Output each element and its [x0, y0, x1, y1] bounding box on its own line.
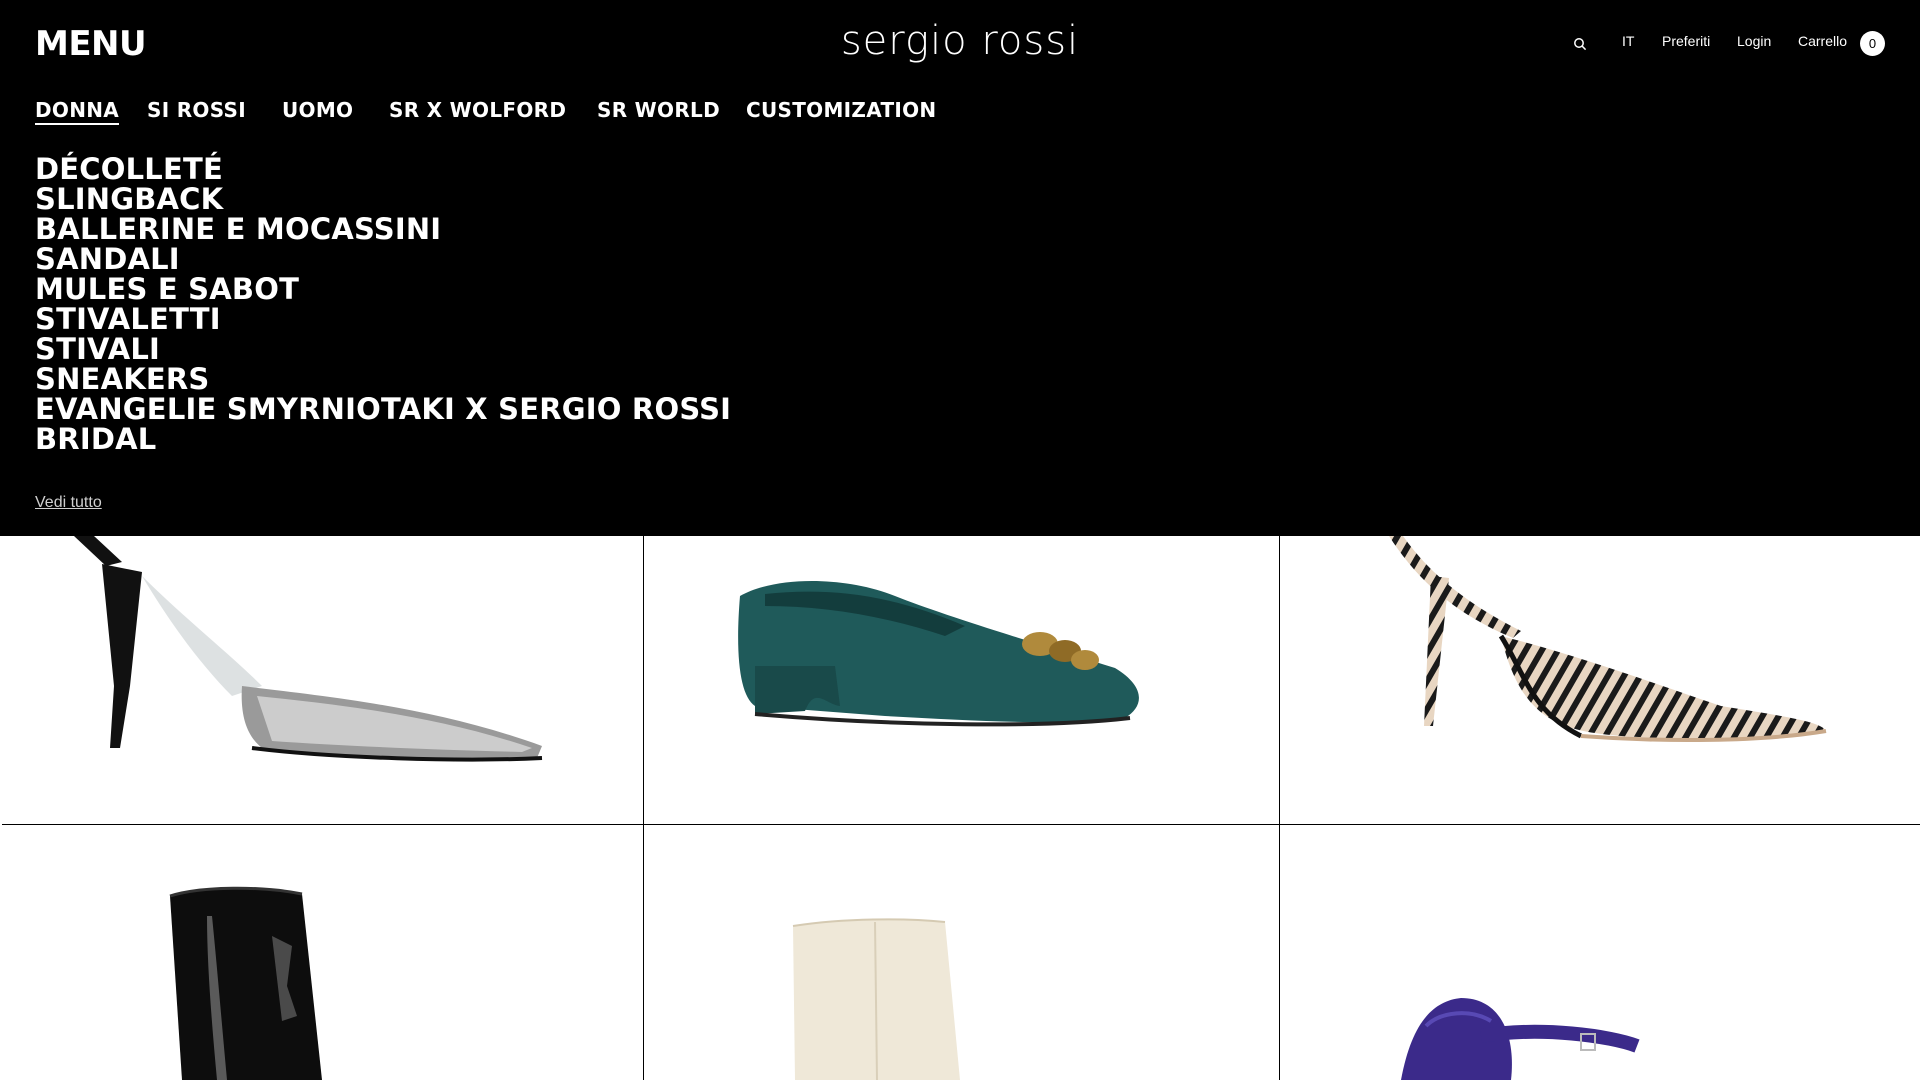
subcategory-item-ballerine[interactable]: BALLERINE E MOCASSINI [35, 214, 731, 244]
product-image-crystal-slingback [74, 536, 543, 762]
tab-sr-x-wolford[interactable]: SR X WOLFORD [389, 98, 566, 122]
tab-donna[interactable]: DONNA [35, 98, 120, 125]
subcategory-item-slingback[interactable]: SLINGBACK [35, 184, 731, 214]
language-selector[interactable]: IT [1622, 33, 1634, 49]
menu-button[interactable]: MENU [35, 24, 147, 64]
tab-customization[interactable]: CUSTOMIZATION [746, 98, 936, 122]
subcategory-list: DÉCOLLETÉ SLINGBACK BALLERINE E MOCASSIN… [35, 154, 731, 454]
product-card[interactable] [645, 536, 1279, 824]
subcategory-item-evangelie[interactable]: EVANGELIE SMYRNIOTAKI X SERGIO ROSSI [35, 394, 731, 424]
product-image-cream-boot [792, 918, 960, 1080]
tab-uomo[interactable]: UOMO [282, 98, 353, 122]
see-all-link[interactable]: Vedi tutto [35, 494, 102, 512]
product-card[interactable] [645, 826, 1279, 1080]
tab-sr-world[interactable]: SR WORLD [597, 98, 720, 122]
product-image-purple-mary-jane [1401, 998, 1640, 1080]
favorites-link[interactable]: Preferiti [1662, 33, 1710, 49]
product-image-teal-loafer [738, 581, 1139, 727]
subcategory-item-mules[interactable]: MULES E SABOT [35, 274, 731, 304]
grid-divider [2, 824, 1920, 825]
subcategory-item-decollete[interactable]: DÉCOLLETÉ [35, 154, 731, 184]
subcategory-item-sneakers[interactable]: SNEAKERS [35, 364, 731, 394]
product-image-zebra-slingback [1389, 536, 1827, 743]
product-card[interactable] [1281, 536, 1920, 824]
cart-count-badge[interactable]: 0 [1860, 31, 1885, 56]
product-card[interactable] [2, 826, 643, 1080]
subcategory-item-bridal[interactable]: BRIDAL [35, 424, 731, 454]
search-icon[interactable] [1573, 37, 1587, 51]
menu-overlay: MENU sergio rossi IT Preferiti Login Car… [0, 0, 1920, 536]
login-link[interactable]: Login [1737, 33, 1771, 49]
subcategory-item-stivaletti[interactable]: STIVALETTI [35, 304, 731, 334]
brand-logo[interactable]: sergio rossi [832, 18, 1088, 64]
product-card[interactable] [1281, 826, 1920, 1080]
product-card[interactable] [2, 536, 643, 824]
subcategory-item-sandali[interactable]: SANDALI [35, 244, 731, 274]
tab-si-rossi[interactable]: SI ROSSI [147, 98, 246, 122]
cart-link[interactable]: Carrello [1798, 33, 1847, 49]
subcategory-item-stivali[interactable]: STIVALI [35, 334, 731, 364]
product-image-patent-boot [169, 886, 322, 1080]
